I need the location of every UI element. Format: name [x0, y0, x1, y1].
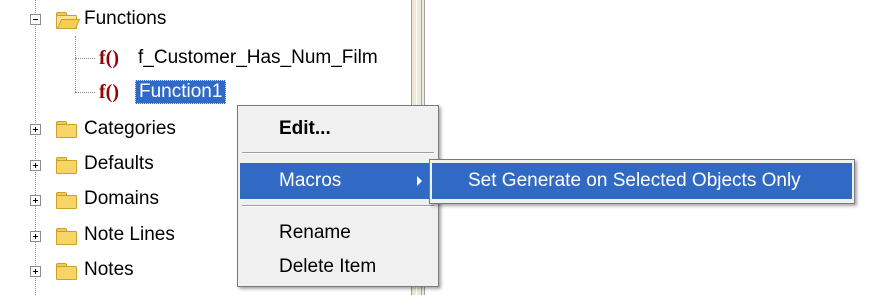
menu-separator: [242, 152, 434, 154]
macros-submenu: Set Generate on Selected Objects Only: [429, 159, 855, 204]
menu-item-label: Delete Item: [279, 256, 377, 277]
submenu-arrow-icon: [417, 176, 422, 186]
tree-root-line: [35, 0, 36, 295]
tree-node-function-selected[interactable]: Function1: [135, 80, 227, 104]
tree-node-note-lines[interactable]: Note Lines: [84, 224, 175, 246]
expand-toggle[interactable]: [30, 266, 41, 277]
tree-connector: [75, 58, 95, 59]
folder-icon: [56, 192, 77, 209]
function-icon: f(): [99, 81, 119, 103]
expand-toggle[interactable]: [30, 160, 41, 171]
menu-separator: [242, 205, 434, 207]
menu-item-label: Set Generate on Selected Objects Only: [468, 170, 801, 191]
tree-node-categories[interactable]: Categories: [84, 118, 176, 140]
folder-icon: [56, 263, 77, 280]
menu-item-edit[interactable]: Edit...: [240, 111, 436, 147]
folder-icon: [56, 228, 77, 245]
tree-child-line: [75, 36, 76, 92]
expand-toggle[interactable]: [30, 195, 41, 206]
tree-node-functions[interactable]: Functions: [84, 8, 166, 30]
tree-node-notes[interactable]: Notes: [84, 259, 134, 281]
tree-connector: [75, 92, 95, 93]
menu-item-delete[interactable]: Delete Item: [240, 249, 436, 285]
folder-open-icon: [56, 12, 81, 29]
menu-item-label: Macros: [279, 170, 342, 191]
menu-item-macros[interactable]: Macros: [240, 163, 436, 199]
menu-item-set-generate[interactable]: Set Generate on Selected Objects Only: [432, 163, 852, 199]
expand-toggle[interactable]: [30, 231, 41, 242]
function-icon: f(): [99, 47, 119, 69]
context-menu: Edit... Macros Rename Delete Item: [237, 105, 439, 287]
expand-toggle[interactable]: [30, 124, 41, 135]
folder-icon: [56, 157, 77, 174]
menu-item-label: Rename: [279, 222, 351, 243]
folder-icon: [56, 121, 77, 138]
menu-item-label: Edit...: [279, 118, 331, 139]
tree-node-domains[interactable]: Domains: [84, 188, 159, 210]
collapse-toggle[interactable]: [30, 14, 41, 25]
menu-item-rename[interactable]: Rename: [240, 215, 436, 251]
tree-node-defaults[interactable]: Defaults: [84, 153, 154, 175]
tree-node-function[interactable]: f_Customer_Has_Num_Film: [138, 47, 378, 69]
